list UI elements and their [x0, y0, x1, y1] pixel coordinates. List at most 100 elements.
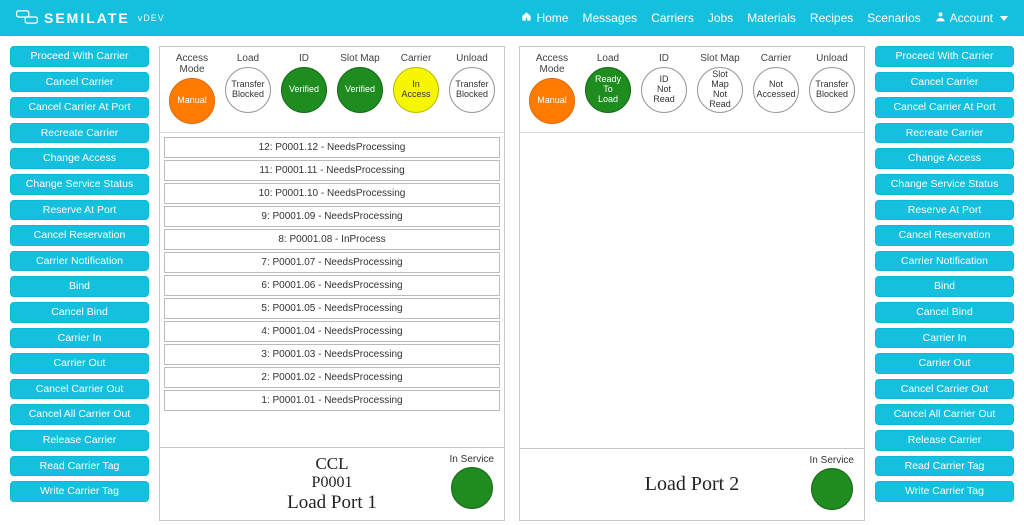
side-btn-recreate-carrier[interactable]: Recreate Carrier: [10, 123, 149, 144]
port2-status-access-mode: Access ModeManual: [524, 53, 580, 124]
status-header-label: Carrier: [761, 53, 792, 64]
port2-info: Load Port 2: [530, 459, 854, 510]
port2-status-id: ID IDNotRead: [636, 53, 692, 124]
side-btn-carrier-out[interactable]: Carrier Out: [875, 353, 1014, 374]
side-btn-cancel-bind[interactable]: Cancel Bind: [10, 302, 149, 323]
port1-slot-row[interactable]: 3: P0001.03 - NeedsProcessing: [164, 344, 500, 365]
side-btn-write-carrier-tag[interactable]: Write Carrier Tag: [875, 481, 1014, 502]
status-header-label: Unload: [816, 53, 848, 64]
port2-status-circle-1[interactable]: ReadyToLoad: [585, 67, 631, 113]
port1-status-circle-0[interactable]: Manual: [169, 78, 215, 124]
side-btn-cancel-carrier-out[interactable]: Cancel Carrier Out: [10, 379, 149, 400]
user-icon: [935, 11, 946, 25]
side-btn-recreate-carrier[interactable]: Recreate Carrier: [875, 123, 1014, 144]
port2-service-dot: [811, 468, 853, 510]
brand[interactable]: SEMILATE vDEV: [16, 9, 165, 28]
port1-slot-list: 12: P0001.12 - NeedsProcessing11: P0001.…: [160, 133, 504, 447]
side-btn-cancel-reservation[interactable]: Cancel Reservation: [10, 225, 149, 246]
port1-status-circle-5[interactable]: TransferBlocked: [449, 67, 495, 113]
port1-slot-row[interactable]: 2: P0001.02 - NeedsProcessing: [164, 367, 500, 388]
side-btn-release-carrier[interactable]: Release Carrier: [875, 430, 1014, 451]
brand-tag: vDEV: [138, 13, 165, 23]
port1-slot-row[interactable]: 8: P0001.08 - InProcess: [164, 229, 500, 250]
port1-footer-line1: CCL: [170, 454, 494, 474]
side-btn-cancel-carrier-out[interactable]: Cancel Carrier Out: [875, 379, 1014, 400]
side-btn-release-carrier[interactable]: Release Carrier: [10, 430, 149, 451]
side-btn-write-carrier-tag[interactable]: Write Carrier Tag: [10, 481, 149, 502]
port1-status-circle-3[interactable]: Verified: [337, 67, 383, 113]
side-btn-cancel-carrier[interactable]: Cancel Carrier: [10, 72, 149, 93]
port2-status-circle-4[interactable]: NotAccessed: [753, 67, 799, 113]
side-btn-bind[interactable]: Bind: [875, 276, 1014, 297]
port2-status-circle-0[interactable]: Manual: [529, 78, 575, 124]
nav-materials[interactable]: Materials: [747, 11, 796, 25]
side-btn-change-access[interactable]: Change Access: [10, 148, 149, 169]
side-btn-cancel-carrier[interactable]: Cancel Carrier: [875, 72, 1014, 93]
side-btn-read-carrier-tag[interactable]: Read Carrier Tag: [875, 456, 1014, 477]
port1-slot-row[interactable]: 6: P0001.06 - NeedsProcessing: [164, 275, 500, 296]
nav-recipes[interactable]: Recipes: [810, 11, 853, 25]
port1-slot-row[interactable]: 7: P0001.07 - NeedsProcessing: [164, 252, 500, 273]
left-sidebar: Proceed With Carrier Cancel Carrier Cancel…: [10, 46, 149, 521]
nav-jobs[interactable]: Jobs: [708, 11, 733, 25]
port2-status-circle-5[interactable]: TransferBlocked: [809, 67, 855, 113]
side-btn-proceed-with-carrier[interactable]: Proceed With Carrier: [10, 46, 149, 67]
port1-slot-row[interactable]: 11: P0001.11 - NeedsProcessing: [164, 160, 500, 181]
status-header-label: Load: [237, 53, 259, 64]
side-btn-cancel-all-carrier-out[interactable]: Cancel All Carrier Out: [875, 404, 1014, 425]
side-btn-carrier-in[interactable]: Carrier In: [875, 328, 1014, 349]
port1-slot-row[interactable]: 10: P0001.10 - NeedsProcessing: [164, 183, 500, 204]
status-header-label: Slot Map: [700, 53, 739, 64]
nav-messages[interactable]: Messages: [582, 11, 637, 25]
port1-service-label: In Service: [450, 454, 494, 465]
side-btn-proceed-with-carrier[interactable]: Proceed With Carrier: [875, 46, 1014, 67]
port1-slot-row[interactable]: 4: P0001.04 - NeedsProcessing: [164, 321, 500, 342]
side-btn-cancel-reservation[interactable]: Cancel Reservation: [875, 225, 1014, 246]
nav-scenarios[interactable]: Scenarios: [867, 11, 920, 25]
right-sidebar: Proceed With Carrier Cancel Carrier Cancel…: [875, 46, 1014, 521]
side-btn-carrier-in[interactable]: Carrier In: [10, 328, 149, 349]
nav-home[interactable]: Home: [521, 11, 568, 25]
nav-account[interactable]: Account: [935, 11, 1008, 25]
port1-status-circle-1[interactable]: TransferBlocked: [225, 67, 271, 113]
status-header-label: Carrier: [401, 53, 432, 64]
port1-status-circle-4[interactable]: InAccess: [393, 67, 439, 113]
side-btn-change-access[interactable]: Change Access: [875, 148, 1014, 169]
port2-service-label: In Service: [810, 455, 854, 466]
status-header-label: ID: [659, 53, 669, 64]
status-header-label: Unload: [456, 53, 488, 64]
port2-slot-list: [520, 133, 864, 448]
port1-slot-row[interactable]: 5: P0001.05 - NeedsProcessing: [164, 298, 500, 319]
side-btn-change-service-status[interactable]: Change Service Status: [875, 174, 1014, 195]
chevron-down-icon: [1000, 16, 1008, 21]
port1-info: CCL P0001 Load Port 1: [170, 454, 494, 514]
side-btn-cancel-all-carrier-out[interactable]: Cancel All Carrier Out: [10, 404, 149, 425]
load-port-2-panel: Access ModeManualLoadReadyToLoad ID IDNotR…: [519, 46, 865, 521]
port1-slot-row[interactable]: 1: P0001.01 - NeedsProcessing: [164, 390, 500, 411]
port1-footer-line3: Load Port 1: [170, 492, 494, 514]
status-header-label: Slot Map: [340, 53, 379, 64]
nav-carriers[interactable]: Carriers: [651, 11, 694, 25]
side-btn-reserve-at-port[interactable]: Reserve At Port: [10, 200, 149, 221]
side-btn-cancel-carrier-at-port[interactable]: Cancel Carrier At Port: [875, 97, 1014, 118]
side-btn-carrier-out[interactable]: Carrier Out: [10, 353, 149, 374]
port2-status-circle-2[interactable]: IDNotRead: [641, 67, 687, 113]
side-btn-bind[interactable]: Bind: [10, 276, 149, 297]
side-btn-cancel-bind[interactable]: Cancel Bind: [875, 302, 1014, 323]
port1-footer: CCL P0001 Load Port 1 In Service: [160, 447, 504, 520]
side-btn-carrier-notification[interactable]: Carrier Notification: [875, 251, 1014, 272]
port1-slot-row[interactable]: 9: P0001.09 - NeedsProcessing: [164, 206, 500, 227]
side-btn-carrier-notification[interactable]: Carrier Notification: [10, 251, 149, 272]
side-btn-change-service-status[interactable]: Change Service Status: [10, 174, 149, 195]
port1-status-row: Access ModeManualLoadTransferBlockedIDVe…: [160, 47, 504, 133]
side-btn-reserve-at-port[interactable]: Reserve At Port: [875, 200, 1014, 221]
port2-status-circle-3[interactable]: SlotMapNotRead: [697, 67, 743, 113]
nav-links: Home Messages Carriers Jobs Materials Re…: [521, 11, 1008, 25]
port1-status-circle-2[interactable]: Verified: [281, 67, 327, 113]
port2-footer: Load Port 2 In Service: [520, 448, 864, 520]
port1-slot-row[interactable]: 12: P0001.12 - NeedsProcessing: [164, 137, 500, 158]
side-btn-read-carrier-tag[interactable]: Read Carrier Tag: [10, 456, 149, 477]
side-btn-cancel-carrier-at-port[interactable]: Cancel Carrier At Port: [10, 97, 149, 118]
port2-status-load: LoadReadyToLoad: [580, 53, 636, 124]
port1-status-id: IDVerified: [276, 53, 332, 124]
